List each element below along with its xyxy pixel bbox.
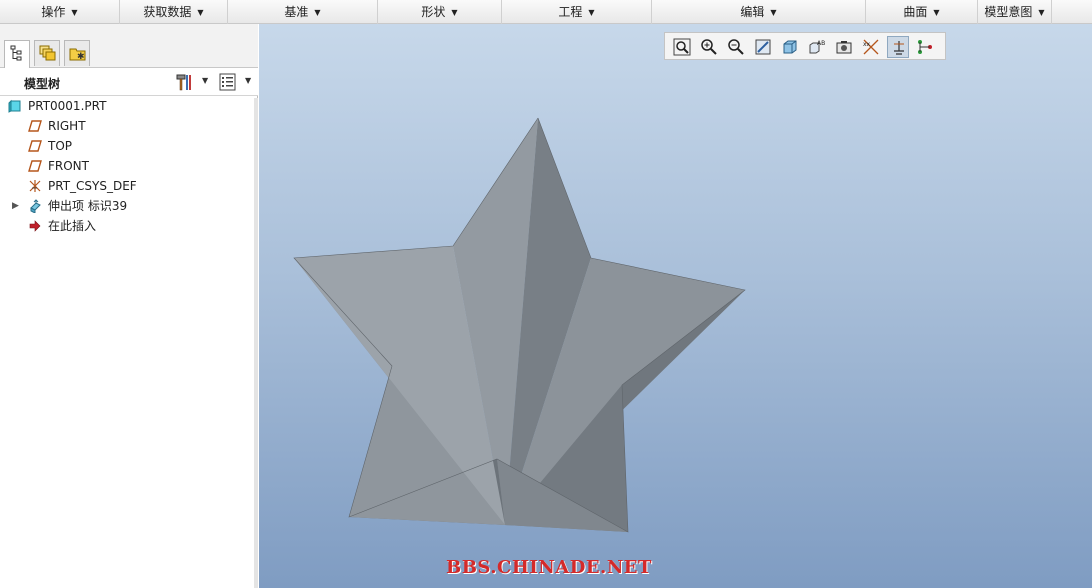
coordinate-system-icon — [29, 180, 41, 192]
protrusion-feature-icon — [30, 199, 41, 213]
tree-item-label: PRT_CSYS_DEF — [48, 179, 137, 193]
svg-text:✱: ✱ — [77, 52, 85, 62]
ribbon-group-surfaces[interactable]: 曲面 ▼ — [866, 0, 978, 24]
hammer-tools-icon — [176, 74, 191, 91]
ribbon-group-label: 模型意图 — [984, 5, 1033, 19]
tree-item-label: 在此插入 — [48, 219, 97, 233]
tree-item-label: TOP — [48, 139, 73, 153]
tab-layers[interactable] — [34, 40, 60, 66]
chevron-down-icon: ▼ — [933, 8, 940, 17]
tree-item-label: 伸出项 标识39 — [48, 199, 128, 213]
chevron-down-icon: ▼ — [71, 8, 78, 17]
chevron-down-icon: ▼ — [770, 8, 777, 17]
tree-item-label: FRONT — [48, 159, 89, 173]
chevron-down-icon: ▼ — [1038, 8, 1045, 17]
navigator-tabs: ✱ — [0, 24, 258, 68]
model-tree-title: 模型树 — [24, 77, 61, 91]
tree-show-button[interactable] — [218, 72, 238, 92]
ribbon-group-label: 操作 — [41, 5, 66, 19]
ribbon-group-datum[interactable]: 基准 ▼ — [228, 0, 378, 24]
chevron-down-icon: ▼ — [451, 8, 458, 17]
model-tree-header: 模型树 ▼ ▼ — [0, 68, 258, 96]
tree-item-label: PRT0001.PRT — [28, 99, 107, 113]
ribbon-group-label: 编辑 — [740, 5, 765, 19]
list-view-icon — [219, 73, 236, 91]
ribbon-group-engineering[interactable]: 工程 ▼ — [502, 0, 652, 24]
ribbon-group-label: 获取数据 — [143, 5, 192, 19]
ribbon-group-bar: 操作 ▼ 获取数据 ▼ 基准 ▼ 形状 ▼ 工程 ▼ 编辑 ▼ 曲面 ▼ 模型意图 ▼ — [0, 0, 1092, 24]
graphics-viewport[interactable]: AB xx BBS.CHINADE.NET — [259, 24, 1092, 588]
watermark: BBS.CHINADE.NET — [446, 557, 652, 578]
chevron-down-icon: ▼ — [314, 8, 321, 17]
chevron-down-icon: ▼ — [197, 8, 204, 17]
star-model[interactable] — [259, 24, 1092, 588]
favorites-folder-icon: ✱ — [69, 48, 86, 62]
datum-plane-icon — [28, 160, 42, 172]
insert-here-arrow-icon — [29, 220, 41, 232]
ribbon-group-model-intent[interactable]: 模型意图 ▼ — [978, 0, 1052, 24]
ribbon-group-shapes[interactable]: 形状 ▼ — [378, 0, 502, 24]
ribbon-group-operations[interactable]: 操作 ▼ — [0, 0, 120, 24]
datum-plane-icon — [28, 140, 42, 152]
model-tree-icon — [10, 45, 22, 61]
tab-favorites[interactable]: ✱ — [64, 40, 90, 66]
panel-splitter[interactable] — [254, 98, 258, 588]
tree-settings-button[interactable] — [174, 72, 194, 92]
ribbon-group-label: 基准 — [284, 5, 309, 19]
tab-model-tree[interactable] — [4, 40, 30, 68]
ribbon-group-label: 曲面 — [903, 5, 928, 19]
ribbon-group-editing[interactable]: 编辑 ▼ — [652, 0, 866, 24]
expand-arrow-icon[interactable]: ▶ — [12, 196, 19, 216]
datum-plane-icon — [28, 120, 42, 132]
chevron-down-icon: ▼ — [588, 8, 595, 17]
ribbon-group-get-data[interactable]: 获取数据 ▼ — [120, 0, 228, 24]
chevron-down-icon[interactable]: ▼ — [202, 76, 208, 85]
part-icon — [8, 99, 21, 113]
layers-icon — [39, 45, 56, 61]
chevron-down-icon[interactable]: ▼ — [245, 76, 251, 85]
navigator-panel: ✱ 模型树 ▼ ▼ PRT0001.PRT RIGHT TOP FRONT PR… — [0, 24, 258, 588]
ribbon-group-label: 工程 — [558, 5, 583, 19]
tree-item-label: RIGHT — [48, 119, 86, 133]
ribbon-group-label: 形状 — [421, 5, 446, 19]
